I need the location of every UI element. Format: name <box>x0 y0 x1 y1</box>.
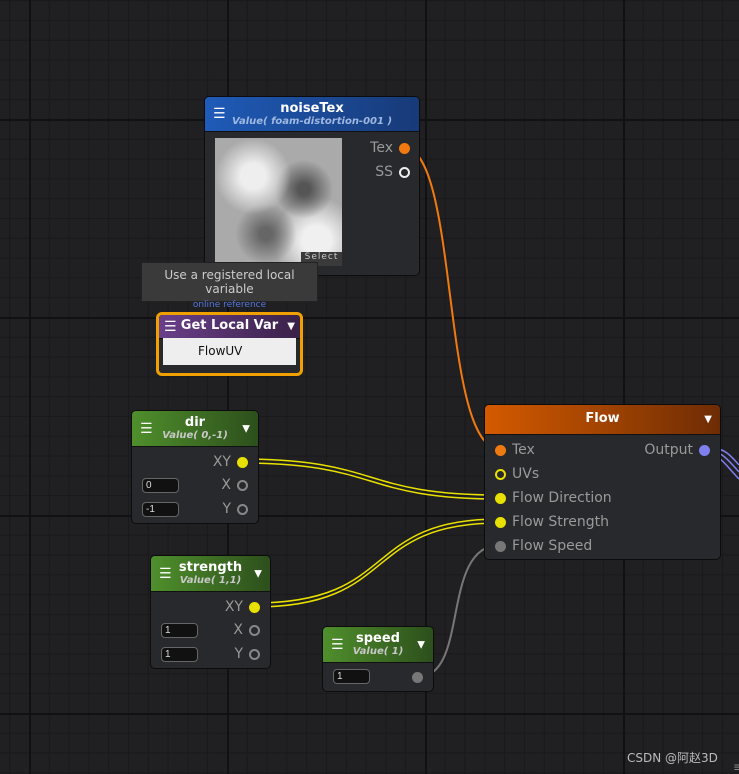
port-flow-direction[interactable]: Flow Direction <box>495 490 612 506</box>
port-output-dot[interactable] <box>412 672 423 683</box>
online-reference-link[interactable]: online reference <box>142 300 317 310</box>
port-label: XY <box>224 599 243 615</box>
port-output[interactable]: Output <box>644 442 710 458</box>
y-field[interactable] <box>142 502 179 517</box>
port-uvs[interactable]: UVs <box>495 466 539 482</box>
port-dot[interactable] <box>237 479 248 491</box>
port-dot[interactable] <box>249 601 260 613</box>
port-dot[interactable] <box>495 444 506 456</box>
node-header[interactable]: ☰ noiseTex Value( foam-distortion-001 ) <box>205 97 419 132</box>
port-dot[interactable] <box>249 648 260 660</box>
port-label: Flow Speed <box>512 538 593 554</box>
node-dir[interactable]: ☰ dir Value( 0,-1) ▼ XY X Y <box>131 410 259 524</box>
port-label: SS <box>375 164 393 180</box>
port-label: Y <box>222 501 231 517</box>
node-title: strength <box>178 560 243 575</box>
port-dot[interactable] <box>237 456 248 468</box>
value-field[interactable] <box>333 669 370 684</box>
port-label: X <box>233 622 243 638</box>
port-tex[interactable]: Tex <box>495 442 535 458</box>
port-dot[interactable] <box>399 166 410 178</box>
y-field[interactable] <box>161 647 198 662</box>
local-var-select[interactable]: FlowUV <box>163 338 296 365</box>
port-dot[interactable] <box>495 516 506 528</box>
node-subtitle: Value( foam-distortion-001 ) <box>231 116 393 127</box>
port-x[interactable]: X <box>221 477 248 493</box>
port-y[interactable]: Y <box>234 646 260 662</box>
tooltip: Use a registered local variable online r… <box>141 262 318 310</box>
node-title: noiseTex <box>280 101 344 116</box>
node-header[interactable]: ☰ Get Local Var ▼ <box>159 315 300 339</box>
node-title: Get Local Var <box>180 318 279 333</box>
port-y[interactable]: Y <box>222 501 248 517</box>
node-speed[interactable]: ☰ speed Value( 1) ▼ <box>322 626 434 692</box>
menu-icon[interactable]: ☰ <box>140 421 153 437</box>
menu-icon[interactable]: ☰ <box>164 316 177 338</box>
port-label: X <box>221 477 231 493</box>
port-dot[interactable] <box>699 444 710 456</box>
tooltip-text: Use a registered local variable <box>164 268 295 296</box>
dropdown-arrow-icon[interactable]: ▼ <box>417 639 425 650</box>
port-label: Output <box>644 442 693 458</box>
node-strength[interactable]: ☰ strength Value( 1,1) ▼ XY X Y <box>150 555 271 669</box>
dropdown-arrow-icon[interactable]: ▼ <box>704 406 712 434</box>
node-header[interactable]: Flow ▼ <box>485 405 720 435</box>
node-title: speed <box>356 631 400 646</box>
port-ss[interactable]: SS <box>375 164 410 180</box>
port-flow-speed[interactable]: Flow Speed <box>495 538 592 554</box>
menu-icon[interactable]: ☰ <box>213 106 226 122</box>
port-dot[interactable] <box>495 540 506 552</box>
node-title: dir <box>184 415 206 430</box>
x-field[interactable] <box>142 478 179 493</box>
wire-strength <box>253 518 501 608</box>
node-header[interactable]: ☰ speed Value( 1) ▼ <box>323 627 433 663</box>
port-label: Flow Strength <box>512 514 609 530</box>
resize-handle-icon[interactable]: ≡ <box>733 760 739 774</box>
port-xy[interactable]: XY <box>225 599 260 615</box>
port-dot[interactable] <box>249 624 260 636</box>
port-flow-strength[interactable]: Flow Strength <box>495 514 609 530</box>
port-xy[interactable]: XY <box>213 454 248 470</box>
wire-dir <box>241 458 501 500</box>
node-header[interactable]: ☰ strength Value( 1,1) ▼ <box>151 556 270 592</box>
port-label: Tex <box>370 140 393 156</box>
x-field[interactable] <box>161 623 198 638</box>
dropdown-arrow-icon[interactable]: ▼ <box>287 316 295 338</box>
port-label: Flow Direction <box>512 490 612 506</box>
menu-icon[interactable]: ☰ <box>331 637 344 653</box>
node-title: Flow <box>585 411 620 426</box>
node-header[interactable]: ☰ dir Value( 0,-1) ▼ <box>132 411 258 447</box>
texture-preview[interactable] <box>215 138 342 266</box>
port-label: UVs <box>512 466 540 482</box>
node-flow[interactable]: Flow ▼ Tex UVs Flow Direction Flow Stren… <box>484 404 721 560</box>
port-tex[interactable]: Tex <box>370 140 410 156</box>
menu-icon[interactable]: ☰ <box>159 566 172 582</box>
port-dot[interactable] <box>495 468 506 480</box>
dropdown-arrow-icon[interactable]: ▼ <box>254 568 262 579</box>
port-dot[interactable] <box>237 503 248 515</box>
dropdown-arrow-icon[interactable]: ▼ <box>242 423 250 434</box>
port-label: Y <box>234 646 243 662</box>
watermark: CSDN @阿赵3D <box>627 751 718 765</box>
port-label: XY <box>212 454 231 470</box>
port-label: Tex <box>512 442 535 458</box>
port-dot[interactable] <box>495 492 506 504</box>
node-noisetex[interactable]: ☰ noiseTex Value( foam-distortion-001 ) … <box>204 96 420 276</box>
port-dot[interactable] <box>399 142 410 154</box>
port-x[interactable]: X <box>233 622 260 638</box>
node-get-local-var[interactable]: ☰ Get Local Var ▼ FlowUV <box>156 312 303 376</box>
